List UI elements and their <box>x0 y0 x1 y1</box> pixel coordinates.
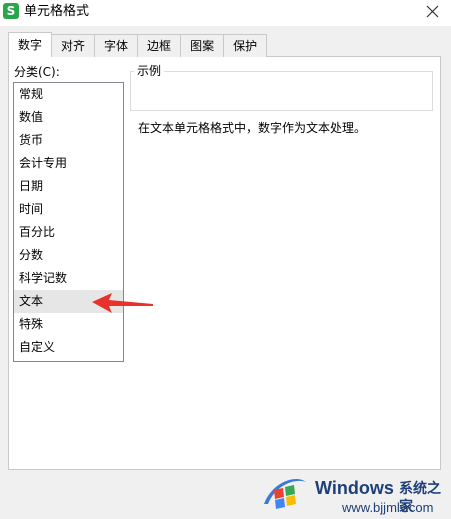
close-icon <box>426 5 439 18</box>
category-item-scientific[interactable]: 科学记数 <box>14 267 123 290</box>
format-description: 在文本单元格格式中，数字作为文本处理。 <box>138 121 367 135</box>
watermark-url: www.bjjmlv.com <box>342 500 434 515</box>
category-item-currency[interactable]: 货币 <box>14 129 123 152</box>
format-cells-dialog: S 单元格格式 数字 对齐 字体 边框 图案 保护 分类(C): 常规 数值 货… <box>0 0 451 519</box>
close-button[interactable] <box>419 0 445 24</box>
category-item-fraction[interactable]: 分数 <box>14 244 123 267</box>
tab-font[interactable]: 字体 <box>94 34 139 57</box>
red-arrow-icon <box>92 293 153 313</box>
preview-legend: 示例 <box>134 63 165 79</box>
category-item-accounting[interactable]: 会计专用 <box>14 152 123 175</box>
category-item-date[interactable]: 日期 <box>14 175 123 198</box>
title-bar: S 单元格格式 <box>0 0 451 26</box>
watermark-brand: Windows <box>315 478 394 498</box>
tab-protection[interactable]: 保护 <box>223 34 268 57</box>
category-item-general[interactable]: 常规 <box>14 83 123 106</box>
category-label: 分类(C): <box>14 65 60 79</box>
tab-bar: 数字 对齐 字体 边框 图案 保护 <box>8 32 268 57</box>
tab-alignment[interactable]: 对齐 <box>51 34 96 57</box>
dialog-title: 单元格格式 <box>24 4 90 19</box>
category-listbox[interactable]: 常规 数值 货币 会计专用 日期 时间 百分比 分数 科学记数 文本 特殊 自定… <box>13 82 124 362</box>
preview-box <box>130 71 433 111</box>
tab-pattern[interactable]: 图案 <box>180 34 225 57</box>
category-item-number[interactable]: 数值 <box>14 106 123 129</box>
category-item-time[interactable]: 时间 <box>14 198 123 221</box>
category-item-special[interactable]: 特殊 <box>14 313 123 336</box>
site-watermark: Windows 系统之家 www.bjjmlv.com <box>258 464 451 519</box>
tab-border[interactable]: 边框 <box>137 34 182 57</box>
category-item-custom[interactable]: 自定义 <box>14 336 123 359</box>
windows-logo-icon <box>264 478 306 509</box>
category-item-percentage[interactable]: 百分比 <box>14 221 123 244</box>
tab-number[interactable]: 数字 <box>8 32 53 57</box>
wps-app-icon: S <box>3 3 19 19</box>
